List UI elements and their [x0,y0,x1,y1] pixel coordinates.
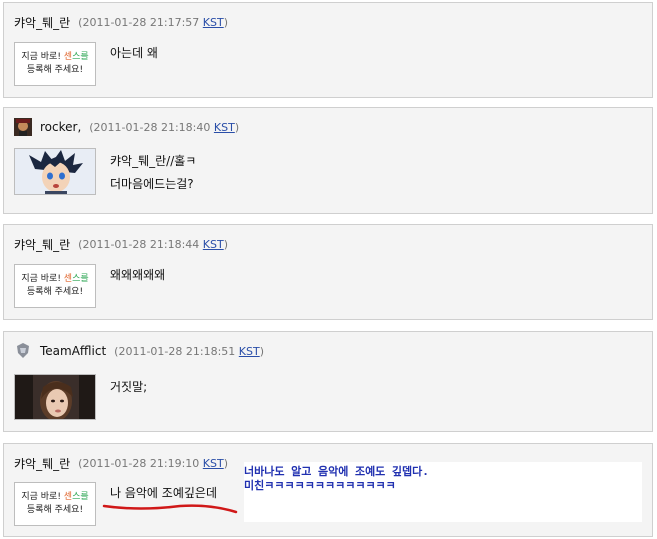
comment-body: 캬악_퉤_란//홀ㅋ 더마음에드는걸? [110,154,197,191]
signature-text: 지금 바로! 센스를 등록해 주세요! [21,492,89,515]
comment-body: 아는데 왜 [110,46,158,60]
comment-timestamp: (2011-01-28 21:18:44 KST) [78,237,229,251]
signature-avatar: 지금 바로! 센스를 등록해 주세요! [14,264,96,308]
signature-text: 지금 바로! 센스를 등록해 주세요! [21,274,89,297]
comment-timestamp: (2011-01-28 21:17:57 KST) [78,15,229,29]
red-underline [102,504,238,514]
anime-boy-icon [15,149,95,194]
comment-item: 캬악_퉤_란 (2011-01-28 21:18:44 KST) 지금 바로! … [3,224,653,320]
comment-body: 거짓말; [110,380,148,394]
comment-author[interactable]: 캬악_퉤_란 [14,236,70,253]
timezone-link[interactable]: KST [203,457,224,470]
timezone-link[interactable]: KST [203,238,224,251]
comment-author[interactable]: rocker, [40,120,81,134]
annotation-overlay: 너바나도 알고 음악에 조예도 깊뎁다. 미친ㅋㅋㅋㅋㅋㅋㅋㅋㅋㅋㅋㅋㅋ [244,462,642,522]
timezone-link[interactable]: KST [214,121,235,134]
signature-text: 지금 바로! 센스를 등록해 주세요! [21,52,89,75]
comment-timestamp: (2011-01-28 21:18:40 KST) [89,120,240,134]
photo-avatar [14,374,96,420]
comment-body: 왜왜왜왜왜 [110,268,166,282]
comment-item: TeamAfflict (2011-01-28 21:18:51 KST) 거짓… [3,331,653,432]
user-icon [14,342,32,360]
comment-header: 캬악_퉤_란 (2011-01-28 21:18:44 KST) [14,235,228,253]
annotation-line-2: 미친ㅋㅋㅋㅋㅋㅋㅋㅋㅋㅋㅋㅋㅋ [244,479,396,492]
comment-author[interactable]: 캬악_퉤_란 [14,455,70,472]
comment-header: 캬악_퉤_란 (2011-01-28 21:19:10 KST) [14,454,228,472]
comment-item: rocker, (2011-01-28 21:18:40 KST) 캬악_퉤_란… [3,107,653,214]
user-icon [14,118,32,136]
comment-header: TeamAfflict (2011-01-28 21:18:51 KST) [14,342,264,360]
comment-author[interactable]: TeamAfflict [40,344,106,358]
timezone-link[interactable]: KST [239,345,260,358]
signature-avatar: 지금 바로! 센스를 등록해 주세요! [14,482,96,526]
comment-header: 캬악_퉤_란 (2011-01-28 21:17:57 KST) [14,13,228,31]
anime-avatar [14,148,96,195]
comment-timestamp: (2011-01-28 21:18:51 KST) [114,344,265,358]
timezone-link[interactable]: KST [203,16,224,29]
comment-timestamp: (2011-01-28 21:19:10 KST) [78,456,229,470]
photo-icon [15,375,95,419]
comment-header: rocker, (2011-01-28 21:18:40 KST) [14,118,239,136]
comment-author[interactable]: 캬악_퉤_란 [14,14,70,31]
signature-avatar: 지금 바로! 센스를 등록해 주세요! [14,42,96,86]
annotation-line-1: 너바나도 알고 음악에 조예도 깊뎁다. [244,465,429,478]
comment-item: 캬악_퉤_란 (2011-01-28 21:17:57 KST) 지금 바로! … [3,2,653,98]
